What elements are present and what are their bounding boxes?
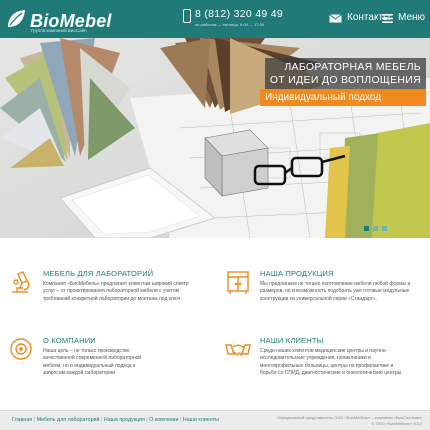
phone-block[interactable]: 8 (812) 320 49 49 по рабочим — пятница, …: [183, 8, 293, 32]
target-icon: [10, 338, 32, 360]
hero-title-line1: ЛАБОРАТОРНАЯ МЕБЕЛЬ: [284, 61, 421, 73]
footer-separator: |: [146, 417, 148, 423]
footer-link-clients[interactable]: Наши клиенты: [183, 417, 219, 423]
footer-nav: Главная | Мебель для лабораторий | Наша прод…: [12, 417, 219, 423]
footer-info-line2: © ООО «БиоМебель» 2017: [371, 420, 422, 426]
footer-info: Официальный представитель ООО «БиоМебель…: [277, 415, 422, 426]
mail-icon: [329, 14, 342, 23]
footer-link-lab-furniture[interactable]: Мебель для лабораторий: [37, 417, 100, 423]
slider-dot-3[interactable]: [382, 226, 387, 231]
footer-separator: |: [33, 417, 36, 423]
feature-title[interactable]: НАША ПРОДУКЦИЯ: [260, 269, 334, 278]
feature-text: Мы предлагаем не только изготовление меб…: [260, 281, 411, 302]
logo-tagline: Группа компаний БиоСайн: [31, 28, 87, 33]
feature-title[interactable]: О КОМПАНИИ: [43, 336, 96, 345]
site-footer: Главная | Мебель для лабораторий | Наша прод…: [0, 410, 430, 430]
feature-text: Компания «БиоМебель» предлагает клиентам…: [43, 281, 189, 302]
feature-title[interactable]: НАШИ КЛИЕНТЫ: [260, 336, 324, 345]
hero-title-line2: ОТ ИДЕИ ДО ВОПЛОЩЕНИЯ: [269, 74, 421, 86]
hamburger-icon: [382, 14, 393, 23]
feature-text: Среди наших клиентов медицинские центры …: [260, 348, 403, 376]
features-section: МЕБЕЛЬ ДЛЯ ЛАБОРАТОРИЙ Компания «БиоМебе…: [0, 238, 430, 410]
hero-banner: ЛАБОРАТОРНАЯ МЕБЕЛЬ ОТ ИДЕИ ДО ВОПЛОЩЕНИ…: [0, 38, 430, 238]
cabinet-icon: [227, 271, 249, 294]
logo-leaf-icon: [8, 10, 25, 27]
footer-separator: |: [179, 417, 182, 423]
hero-subtitle: Индивидуальный подход: [260, 89, 426, 106]
phone-icon: [183, 9, 191, 23]
site-header: BioMebel Группа компаний БиоСайн 8 (812)…: [0, 0, 430, 38]
feature-text: Наша цель – не только производство качес…: [43, 348, 142, 376]
slider-dot-2[interactable]: [373, 226, 378, 231]
phone-hours: по рабочим — пятница, 9:00 — 17:00: [195, 22, 265, 27]
feature-title[interactable]: МЕБЕЛЬ ДЛЯ ЛАБОРАТОРИЙ: [43, 269, 153, 278]
footer-separator: |: [100, 417, 103, 423]
handshake-icon: [225, 344, 251, 357]
logo[interactable]: BioMebel Группа компаний БиоСайн: [5, 5, 155, 33]
footer-link-about[interactable]: О компании: [149, 417, 178, 423]
phone-number[interactable]: 8 (812) 320 49 49: [195, 8, 283, 20]
page: BioMebel Группа компаний БиоСайн 8 (812)…: [0, 0, 430, 430]
footer-link-products[interactable]: Наша продукция: [104, 417, 145, 423]
footer-link-home[interactable]: Главная: [12, 417, 32, 423]
menu-label: Меню: [398, 12, 426, 23]
hero-title: ЛАБОРАТОРНАЯ МЕБЕЛЬ ОТ ИДЕИ ДО ВОПЛОЩЕНИ…: [264, 58, 426, 90]
microscope-icon: [12, 271, 30, 293]
footer-info-line1: Официальный представитель ООО «БиоМебель…: [277, 415, 422, 420]
slider-dot-1[interactable]: [364, 226, 369, 231]
